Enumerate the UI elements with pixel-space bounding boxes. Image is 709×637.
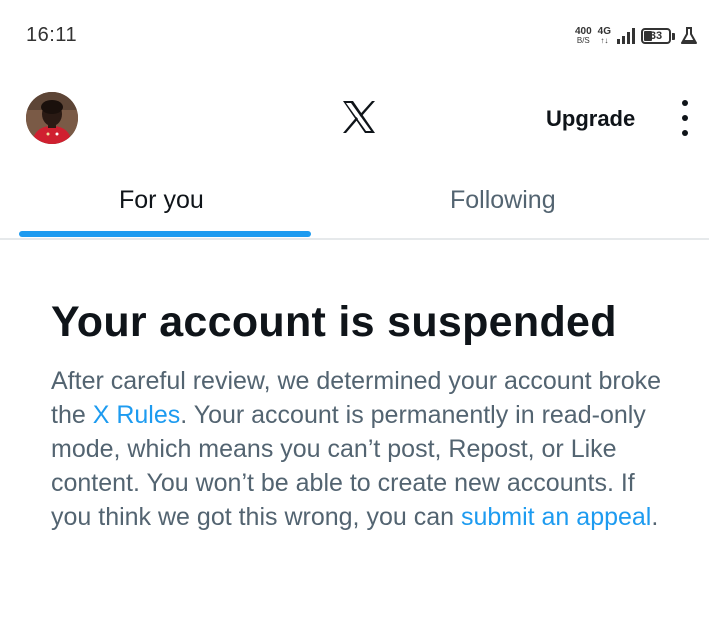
network-type-label: 4G xyxy=(597,26,611,37)
message-text-part3: . xyxy=(651,503,659,531)
avatar-image xyxy=(26,92,78,144)
network-speed-unit: B/S xyxy=(576,36,590,45)
more-dot xyxy=(682,100,688,106)
submit-appeal-link[interactable]: submit an appeal xyxy=(461,503,651,531)
more-dot xyxy=(682,115,688,121)
upgrade-button[interactable]: Upgrade xyxy=(546,106,635,132)
data-arrows-icon: ↑↓ xyxy=(600,36,609,45)
tab-following[interactable]: Following xyxy=(330,172,709,238)
more-options-icon[interactable] xyxy=(672,100,698,136)
avatar[interactable] xyxy=(26,92,78,144)
tab-for-you[interactable]: For you xyxy=(0,172,330,238)
tab-for-you-label: For you xyxy=(119,186,204,214)
network-speed-indicator: 400 B/S xyxy=(574,26,592,46)
status-time: 16:11 xyxy=(26,24,78,46)
network-type-indicator: 4G ↑↓ xyxy=(597,26,611,46)
status-bar: 16:11 400 B/S 4G ↑↓ 33 xyxy=(0,0,709,72)
signal-strength-icon xyxy=(617,28,635,44)
flask-icon xyxy=(681,27,697,44)
suspension-title: Your account is suspended xyxy=(51,298,617,346)
active-tab-indicator xyxy=(19,231,311,237)
battery-icon: 33 xyxy=(641,28,671,44)
suspension-message: After careful review, we determined your… xyxy=(51,364,681,534)
x-logo-icon[interactable] xyxy=(341,100,377,134)
battery-cap xyxy=(672,32,675,40)
top-header: Upgrade xyxy=(0,88,709,148)
status-icons: 400 B/S 4G ↑↓ 33 xyxy=(575,24,697,48)
more-dot xyxy=(682,130,688,136)
x-rules-link[interactable]: X Rules xyxy=(93,401,181,429)
battery-level: 33 xyxy=(649,30,663,42)
network-speed-value: 400 xyxy=(574,26,592,37)
timeline-tabs: For you Following xyxy=(0,172,709,240)
tab-following-label: Following xyxy=(450,186,556,214)
